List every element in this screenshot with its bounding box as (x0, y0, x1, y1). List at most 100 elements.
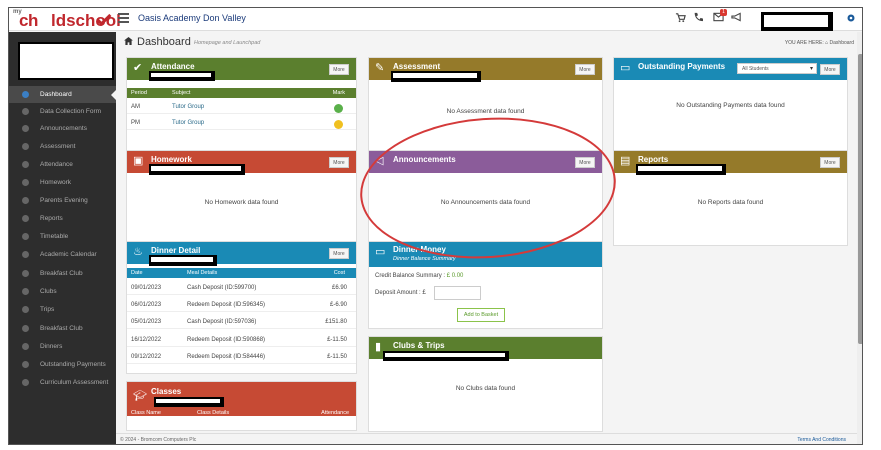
sidebar-item-trips[interactable]: Trips (9, 301, 116, 318)
sidebar-item-attendance[interactable]: Attendance (9, 156, 116, 173)
bus-icon (22, 306, 29, 313)
megaphone-icon: ◁ (375, 155, 384, 167)
terms-link[interactable]: Terms And Conditions (797, 437, 846, 443)
homework-more-button[interactable]: More (329, 157, 349, 168)
sidebar-item-announcements[interactable]: Announcements (9, 120, 116, 137)
dinner-money-panel: ▭ Dinner Money Dinner Balance Summary Cr… (368, 241, 603, 329)
sidebar-item-outstanding-payments[interactable]: Outstanding Payments (9, 356, 116, 373)
reports-more-button[interactable]: More (820, 157, 840, 168)
redacted-student-name (391, 71, 481, 82)
homework-empty-message: No Homework data found (204, 199, 279, 206)
homework-panel: ▣ Homework More No Homework data found (126, 150, 357, 246)
report-icon: ▤ (620, 155, 631, 167)
breadcrumb-current[interactable]: Dashboard (830, 40, 854, 46)
check-icon: ✔ (133, 62, 143, 74)
menu-toggle-icon[interactable] (118, 13, 129, 23)
sidebar-item-breakfast-club[interactable]: Breakfast Club (9, 265, 116, 282)
sidebar-item-breakfast-club-2[interactable]: Breakfast Club (9, 320, 116, 337)
table-row: PM Tutor Group (127, 116, 356, 130)
sidebar-item-data-collection-form[interactable]: Data Collection Form (9, 103, 116, 120)
utensils-icon: ♨ (133, 246, 143, 258)
cup-icon (22, 325, 29, 332)
outstanding-more-button[interactable]: More (820, 64, 840, 75)
attendance-table-header: Period Subject Mark (127, 88, 356, 98)
sidebar-item-dashboard[interactable]: Dashboard (9, 86, 116, 103)
dinner-table-header: Date Meal Details Cost (127, 268, 356, 278)
table-row: 09/01/2023 Cash Deposit (ID:599700) £6.90 (127, 281, 356, 295)
announcement-megaphone-icon[interactable] (730, 12, 742, 24)
sidebar-item-clubs[interactable]: Clubs (9, 283, 116, 300)
school-name: Oasis Academy Don Valley (138, 13, 246, 23)
you-are-here-home-icon[interactable]: ⌂ (825, 40, 828, 46)
assessment-header: ✎ Assessment More (369, 58, 602, 82)
attendance-panel: ✔ Attendance More Period Subject Mark AM… (126, 57, 357, 164)
graduation-cap-icon: 🎓︎ (133, 390, 147, 402)
pencil-icon (22, 379, 29, 386)
dinner-detail-panel: ♨ Dinner Detail More Date Meal Details C… (126, 241, 357, 374)
report-icon (22, 215, 29, 222)
sidebar-item-timetable[interactable]: Timetable (9, 228, 116, 245)
sidebar-item-assessment[interactable]: Assessment (9, 138, 116, 155)
footer: © 2024 - Bromcom Computers Plc Terms And… (116, 433, 862, 444)
reports-header: ▤ Reports More (614, 151, 847, 175)
sidebar-item-curriculum-assessment[interactable]: Curriculum Assessment (9, 374, 116, 391)
table-row: AM Tutor Group (127, 100, 356, 114)
credit-balance-row: Credit Balance Summary : £ 0.00 (375, 273, 464, 279)
breadcrumb: Dashboard Homepage and Launchpad YOU ARE… (116, 32, 862, 54)
sidebar-item-homework[interactable]: Homework (9, 174, 116, 191)
card-icon (22, 361, 29, 368)
top-bar: my ch ldschool Oasis Academy Don Valley … (9, 8, 862, 31)
phone-icon[interactable] (692, 12, 704, 24)
announcements-empty-message: No Announcements data found (440, 199, 531, 206)
page-title: Dashboard (137, 36, 191, 48)
pencil-icon (22, 143, 29, 150)
sidebar: Dashboard Data Collection Form Announcem… (9, 32, 116, 444)
reports-empty-message: No Reports data found (697, 199, 764, 206)
chevron-down-icon: ▾ (809, 66, 813, 72)
check-icon (22, 161, 29, 168)
sidebar-item-parents-evening[interactable]: Parents Evening (9, 192, 116, 209)
cart-icon[interactable] (674, 12, 686, 24)
table-row: 05/01/2023 Cash Deposit (ID:597036) £151.8… (127, 315, 356, 329)
briefcase-icon (22, 179, 29, 186)
classes-panel: 🎓︎ Classes Class Name Class Details Atte… (126, 381, 357, 431)
clock-icon (22, 233, 29, 240)
deposit-amount-label: Deposit Amount : £ (375, 290, 426, 296)
app-window: my ch ldschool Oasis Academy Don Valley … (8, 7, 863, 445)
people-icon (22, 197, 29, 204)
redacted-student-name (636, 164, 726, 175)
student-select[interactable]: All Students ▾ (737, 63, 817, 74)
assessment-more-button[interactable]: More (575, 64, 595, 75)
homework-header: ▣ Homework More (127, 151, 356, 175)
announcements-more-button[interactable]: More (575, 157, 595, 168)
dinner-detail-more-button[interactable]: More (329, 248, 349, 259)
clubs-trips-header: ▮ Clubs & Trips (369, 337, 602, 361)
home-icon[interactable] (124, 37, 133, 47)
reports-panel: ▤ Reports More No Reports data found (613, 150, 848, 246)
redacted-user-name (761, 12, 833, 31)
dinner-money-header: ▭ Dinner Money Dinner Balance Summary (369, 242, 602, 267)
attendance-more-button[interactable]: More (329, 64, 349, 75)
attendance-header: ✔ Attendance More (127, 58, 356, 81)
form-icon (22, 108, 29, 115)
announcements-header: ◁ Announcements More (369, 151, 602, 173)
unknown-question-icon (334, 120, 343, 129)
present-check-icon (334, 104, 343, 113)
messages-icon[interactable]: 1 (712, 9, 727, 24)
dinner-detail-header: ♨ Dinner Detail More (127, 242, 356, 266)
megaphone-icon (22, 125, 29, 132)
gear-icon[interactable] (846, 13, 856, 26)
redacted-student-name (154, 397, 224, 407)
sidebar-item-academic-calendar[interactable]: Academic Calendar (9, 246, 116, 263)
page-subtitle: Homepage and Launchpad (194, 40, 261, 46)
main-content: Dashboard Homepage and Launchpad YOU ARE… (116, 32, 862, 444)
scrollbar-thumb[interactable] (858, 54, 862, 344)
deposit-amount-input[interactable] (434, 286, 481, 300)
sidebar-item-dinners[interactable]: Dinners (9, 338, 116, 355)
outstanding-payments-header: ▭ Outstanding Payments All Students ▾ Mor… (614, 58, 847, 80)
add-to-basket-button[interactable]: Add to Basket (457, 308, 505, 322)
redacted-school-logo (18, 42, 114, 80)
redacted-student-name (149, 164, 245, 175)
scrollbar[interactable] (857, 32, 862, 444)
sidebar-item-reports[interactable]: Reports (9, 210, 116, 227)
